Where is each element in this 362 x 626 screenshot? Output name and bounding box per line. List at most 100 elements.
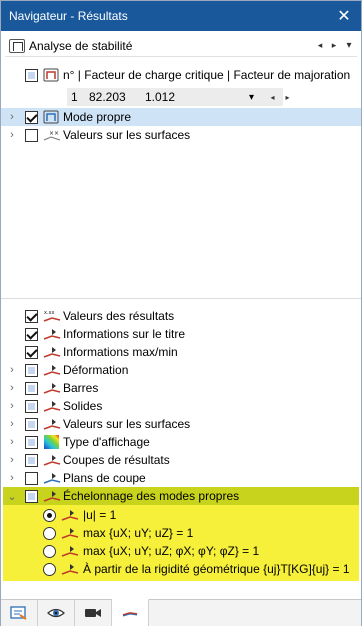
- tree-item-solids[interactable]: › Solides: [1, 397, 361, 415]
- chevron-right-icon[interactable]: ›: [7, 379, 17, 397]
- tree-item-label: Solides: [63, 399, 103, 413]
- tree-item-label: Mode propre: [63, 110, 132, 124]
- mode-table-checkbox[interactable]: [25, 69, 38, 82]
- tab-display[interactable]: [38, 600, 75, 626]
- chevron-right-icon[interactable]: ›: [7, 361, 17, 379]
- tree-item-deformation[interactable]: › Déformation: [1, 361, 361, 379]
- tree-item-clipping-planes[interactable]: › Plans de coupe: [1, 469, 361, 487]
- svg-text:××: ××: [49, 130, 59, 137]
- tree-item-result-sections[interactable]: › Coupes de résultats: [1, 451, 361, 469]
- scaling-radio-u[interactable]: [43, 509, 56, 522]
- scaling-option-geometric-stiffness[interactable]: À partir de la rigidité géométrique {uj}…: [3, 560, 359, 578]
- tree-item-label: Coupes de résultats: [63, 453, 170, 467]
- members-checkbox[interactable]: [25, 382, 38, 395]
- tree-item-label: Échelonnage des modes propres: [63, 489, 240, 503]
- tree-item-label: Informations max/min: [63, 345, 178, 359]
- tree-item-display-type[interactable]: › Type d'affichage: [1, 433, 361, 451]
- chevron-down-icon[interactable]: ▾: [341, 40, 357, 51]
- deformation-checkbox[interactable]: [25, 364, 38, 377]
- next-mode-button[interactable]: ▸: [282, 88, 293, 106]
- surface-values-display-checkbox[interactable]: [25, 418, 38, 431]
- tab-data[interactable]: [1, 600, 38, 626]
- mode-scaling-section: ⌄ Échelonnage des modes propres |u| = 1 …: [3, 487, 359, 581]
- chevron-down-icon[interactable]: ⌄: [7, 487, 17, 505]
- video-camera-icon: [85, 609, 101, 617]
- analysis-type-value: Analyse de stabilité: [29, 38, 133, 53]
- result-values-icon: x.xx: [43, 310, 61, 322]
- scaling-option-u[interactable]: |u| = 1: [3, 506, 359, 524]
- tree-item-label: Informations sur le titre: [63, 327, 186, 341]
- next-analysis-button[interactable]: ▸: [327, 36, 341, 56]
- result-sections-icon: [43, 455, 61, 466]
- mode-scaling-icon: [43, 491, 61, 502]
- svg-text:x.xx: x.xx: [44, 310, 55, 316]
- panel-divider[interactable]: [1, 298, 361, 299]
- tree-item-surface-values[interactable]: › ×× Valeurs sur les surfaces: [1, 126, 361, 144]
- previous-analysis-button[interactable]: ◂: [313, 36, 327, 56]
- chevron-right-icon[interactable]: ›: [7, 108, 17, 126]
- surface-values-icon: ××: [43, 130, 61, 141]
- tree-item-mode-propre[interactable]: › Mode propre: [1, 108, 361, 126]
- tree-item-title-info[interactable]: Informations sur le titre: [1, 325, 361, 343]
- amplification-factor: 1.012: [145, 90, 176, 104]
- scaling-option-max-u-phi[interactable]: max {uX; uY; uZ; φX; φY; φZ} = 1: [3, 542, 359, 560]
- members-icon: [43, 383, 61, 394]
- tree-item-result-values[interactable]: x.xx Valeurs des résultats: [1, 307, 361, 325]
- close-icon[interactable]: ✕: [327, 1, 361, 31]
- scaling-option-label: |u| = 1: [83, 508, 117, 522]
- result-type-tree: › Mode propre › ×× Valeurs sur les surfa…: [1, 108, 361, 144]
- scaling-radio-max-u-phi[interactable]: [43, 545, 56, 558]
- clipping-planes-checkbox[interactable]: [25, 472, 38, 485]
- tab-views[interactable]: [75, 600, 112, 626]
- window-title: Navigateur - Résultats: [9, 9, 128, 23]
- navigator-tabs: [1, 599, 361, 626]
- deformation-icon: [43, 365, 61, 376]
- scaling-radio-max-u[interactable]: [43, 527, 56, 540]
- chevron-right-icon[interactable]: ›: [7, 433, 17, 451]
- chevron-right-icon[interactable]: ›: [7, 451, 17, 469]
- result-values-checkbox[interactable]: [25, 310, 38, 323]
- mode-scaling-checkbox[interactable]: [25, 490, 38, 503]
- tree-item-surface-values-display[interactable]: › Valeurs sur les surfaces: [1, 415, 361, 433]
- eye-icon: [47, 608, 65, 618]
- solids-checkbox[interactable]: [25, 400, 38, 413]
- analysis-type-dropdown[interactable]: Analyse de stabilité ◂ ▸ ▾: [5, 35, 357, 57]
- tree-item-label: Valeurs sur les surfaces: [63, 417, 191, 431]
- tree-item-label: Barres: [63, 381, 99, 395]
- results-icon: [122, 612, 138, 617]
- chevron-right-icon[interactable]: ›: [7, 469, 17, 487]
- result-sections-checkbox[interactable]: [25, 454, 38, 467]
- mode-value-row[interactable]: 1 82.203 1.012 ▾: [67, 88, 283, 106]
- previous-mode-button[interactable]: ◂: [267, 88, 278, 106]
- tree-item-label: Plans de coupe: [63, 471, 146, 485]
- tree-item-members[interactable]: › Barres: [1, 379, 361, 397]
- scaling-option-max-u[interactable]: max {uX; uY; uZ} = 1: [3, 524, 359, 542]
- clipping-planes-icon: [43, 473, 61, 484]
- tree-item-label: Valeurs sur les surfaces: [63, 128, 191, 142]
- maxmin-info-checkbox[interactable]: [25, 346, 38, 359]
- surface-values-checkbox[interactable]: [25, 129, 38, 142]
- tree-item-label: Valeurs des résultats: [63, 309, 175, 323]
- chevron-right-icon[interactable]: ›: [7, 415, 17, 433]
- mode-shape-icon: [43, 68, 59, 82]
- tree-item-label: Déformation: [63, 363, 129, 377]
- chevron-right-icon[interactable]: ›: [7, 397, 17, 415]
- title-bar[interactable]: Navigateur - Résultats ✕: [1, 1, 361, 31]
- tab-results[interactable]: [112, 599, 149, 626]
- surface-values-icon: [43, 419, 61, 430]
- tree-item-maxmin-info[interactable]: Informations max/min: [1, 343, 361, 361]
- navigator-window: Navigateur - Résultats ✕ Analyse de stab…: [0, 0, 362, 626]
- maxmin-info-icon: [43, 347, 61, 358]
- scaling-radio-geometric-stiffness[interactable]: [43, 563, 56, 576]
- title-info-checkbox[interactable]: [25, 328, 38, 341]
- tree-item-mode-scaling[interactable]: ⌄ Échelonnage des modes propres: [3, 487, 359, 505]
- mode-table-header: n° | Facteur de charge critique | Facteu…: [63, 68, 351, 82]
- mode-propre-checkbox[interactable]: [25, 111, 38, 124]
- chevron-right-icon[interactable]: ›: [7, 126, 17, 144]
- chevron-down-icon[interactable]: ▾: [249, 92, 254, 103]
- scaling-option-label: À partir de la rigidité géométrique {uj}…: [83, 562, 350, 576]
- scaling-option-icon: [61, 546, 79, 557]
- critical-load-factor: 82.203: [89, 90, 126, 104]
- mode-table-header-row[interactable]: n° | Facteur de charge critique | Facteu…: [1, 66, 361, 84]
- display-type-checkbox[interactable]: [25, 436, 38, 449]
